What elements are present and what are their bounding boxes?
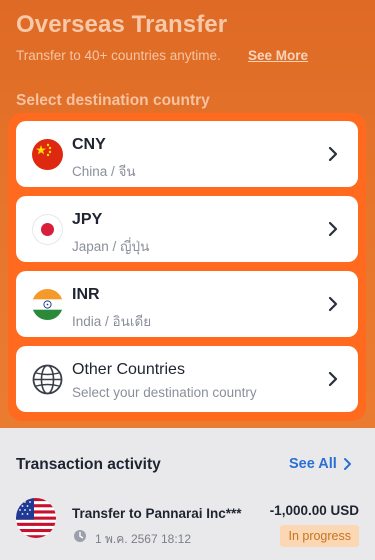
currency-code: CNY <box>72 136 106 153</box>
transaction-amount: -1,000.00 USD <box>269 503 359 518</box>
destination-hint: Select your destination country <box>72 385 257 400</box>
destination-item-other[interactable]: Other Countries Select your destination … <box>16 346 358 412</box>
chevron-right-icon <box>328 296 338 312</box>
destination-title: Other Countries <box>72 361 185 378</box>
chevron-right-icon[interactable] <box>342 457 352 471</box>
transaction-date: 1 พ.ค. 2567 18:12 <box>95 532 192 546</box>
currency-code: JPY <box>72 211 103 228</box>
header-subtitle: Transfer to 40+ countries anytime. <box>16 48 221 63</box>
status-badge: In progress <box>280 525 359 547</box>
chevron-right-icon <box>328 221 338 237</box>
japan-flag-icon <box>32 214 63 245</box>
india-flag-icon <box>32 289 63 320</box>
page-title: Overseas Transfer <box>16 11 228 38</box>
currency-code: INR <box>72 286 100 303</box>
see-more-link[interactable]: See More <box>248 48 308 63</box>
header-panel: Overseas Transfer Transfer to 40+ countr… <box>0 0 375 428</box>
country-name: China / จีน <box>72 164 136 179</box>
transaction-title: Transfer to Pannarai Inc*** <box>72 506 242 521</box>
destination-item-cny[interactable]: CNY China / จีน <box>16 121 358 187</box>
destination-item-jpy[interactable]: JPY Japan / ญี่ปุ่น <box>16 196 358 262</box>
china-flag-icon <box>32 139 63 170</box>
chevron-right-icon <box>328 146 338 162</box>
usa-flag-icon <box>16 498 56 538</box>
country-name: India / อินเดีย <box>72 314 152 329</box>
destination-list: CNY China / จีน JPY Japan / ญี่ปุ่น INR … <box>8 113 366 421</box>
globe-icon <box>32 364 63 395</box>
country-name: Japan / ญี่ปุ่น <box>72 239 150 254</box>
chevron-right-icon <box>328 371 338 387</box>
see-all-link[interactable]: See All <box>289 456 337 472</box>
transaction-activity-section: Transaction activity See All Transfer to… <box>0 428 375 560</box>
section-title: Transaction activity <box>16 456 161 473</box>
destination-item-inr[interactable]: INR India / อินเดีย <box>16 271 358 337</box>
section-label: Select destination country <box>16 92 210 109</box>
clock-icon <box>74 530 86 542</box>
